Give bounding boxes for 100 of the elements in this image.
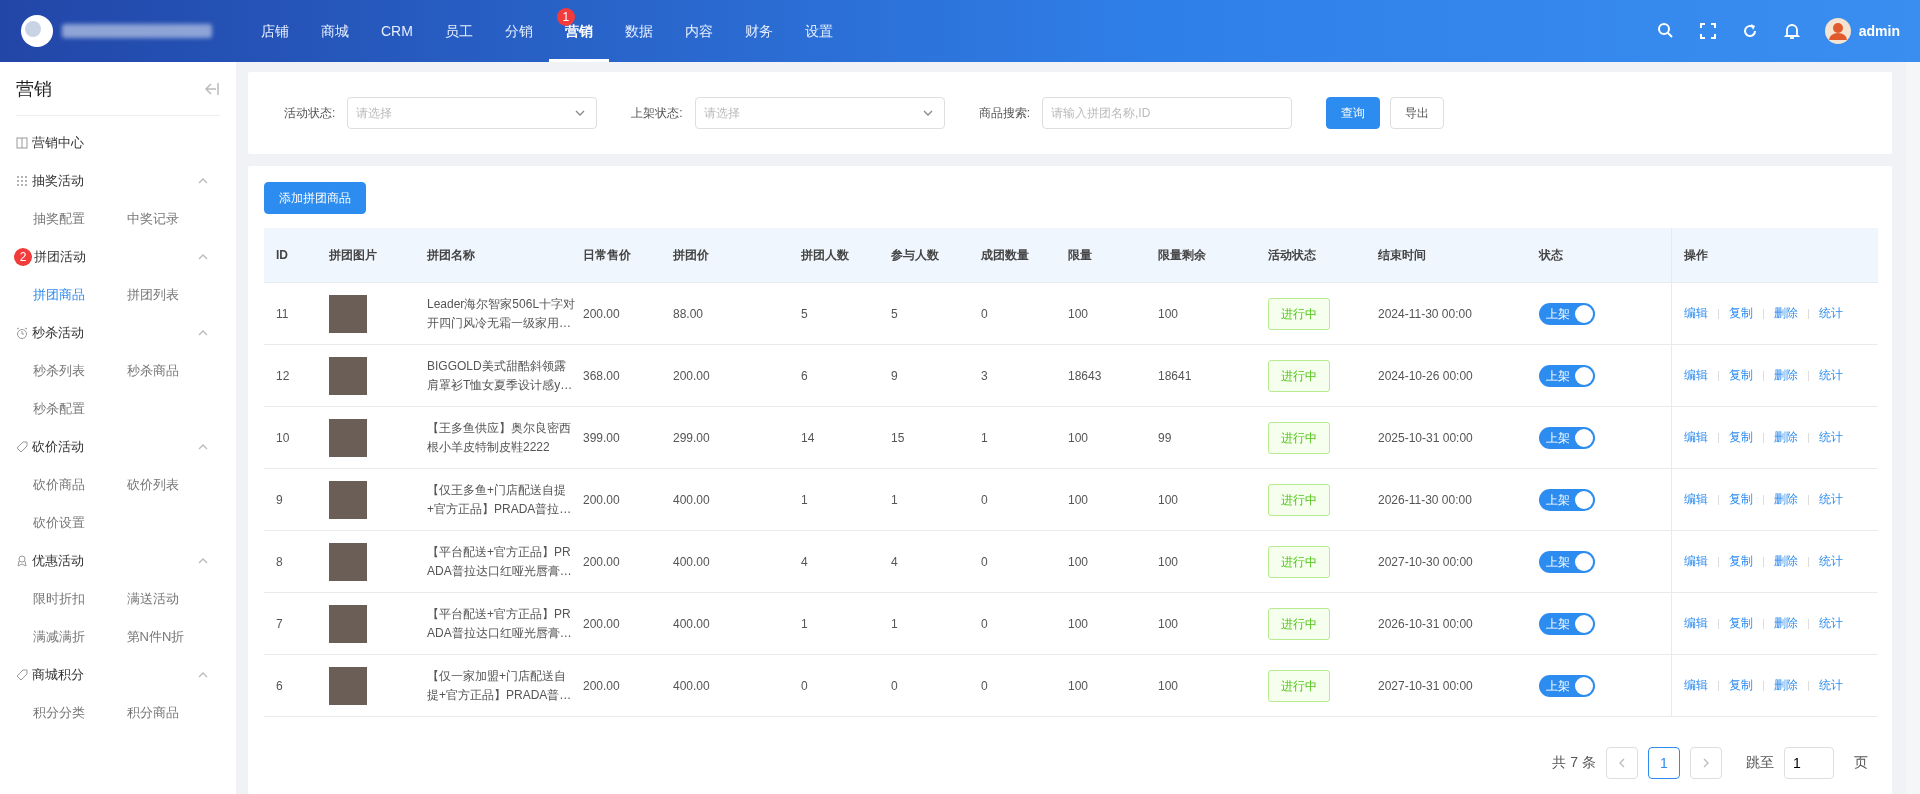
action-link[interactable]: 删除 [1774,553,1798,570]
menu-item[interactable]: 拼团列表 [126,276,220,314]
select-field[interactable]: 请选择 [347,97,598,129]
table-cell-text: 200.00 [582,616,621,631]
action-link[interactable]: 删除 [1774,429,1798,446]
menu-group[interactable]: 砍价活动 [32,438,198,456]
action-link[interactable]: 删除 [1774,367,1798,384]
nav-tab[interactable]: 设置 [788,0,849,62]
nav-tab[interactable]: CRM [365,0,429,62]
search-icon[interactable] [1656,22,1675,40]
menu-item[interactable]: 砍价设置 [33,504,127,542]
action-link[interactable]: 复制 [1729,677,1753,694]
action-link[interactable]: 编辑 [1684,429,1708,446]
action-link[interactable]: 统计 [1819,553,1843,570]
menu-item[interactable]: 抽奖配置 [33,200,127,238]
table-cell-text: 7 [275,616,284,631]
nav-tab[interactable]: 财务 [728,0,789,62]
award-icon [16,555,28,567]
listing-toggle[interactable]: 上架 [1539,426,1595,449]
table-cell-text: 0 [980,616,989,631]
nav-tab[interactable]: 店铺 [245,0,305,62]
action-link[interactable]: 编辑 [1684,491,1708,508]
action-link[interactable]: 统计 [1819,615,1843,632]
listing-toggle[interactable]: 上架 [1539,364,1595,387]
table-cell-text: 299.00 [672,430,711,445]
action-link[interactable]: 复制 [1729,615,1753,632]
action-link[interactable]: 删除 [1774,305,1798,322]
action-link[interactable]: 统计 [1819,677,1843,694]
nav-tab[interactable]: 分销 [488,0,549,62]
page-number-field[interactable]: 1 [1784,747,1834,779]
action-link[interactable]: 复制 [1729,553,1753,570]
status-tag: 进行中 [1268,669,1330,702]
nav-tab[interactable]: 数据 [608,0,669,62]
menu-item[interactable]: 满减满折 [33,618,127,656]
menu-group[interactable]: 优惠活动 [32,552,198,570]
filter-label: 商品搜索: [978,104,1031,122]
menu-item[interactable]: 第N件N折 [126,618,220,656]
table-cell-text: 15 [890,430,906,445]
export-button[interactable]: 导出 [1390,97,1445,129]
listing-toggle[interactable]: 上架 [1539,674,1595,697]
action-link[interactable]: 编辑 [1684,305,1708,322]
table-cell-text: 9 [890,368,899,383]
column-header: 活动状态 [1267,246,1317,264]
page-button[interactable]: 1 [1648,747,1680,779]
action-link[interactable]: 删除 [1774,491,1798,508]
bell-icon[interactable] [1782,22,1801,40]
menu-group[interactable]: 秒杀活动 [32,324,198,342]
tag-icon [16,669,28,681]
action-link[interactable]: 复制 [1729,367,1753,384]
menu-group[interactable]: 营销中心 [32,134,220,152]
menu-item[interactable]: 秒杀配置 [33,390,127,428]
action-link[interactable]: 删除 [1774,677,1798,694]
table-cell-text: 12 [275,368,291,383]
alarm-clock-icon [16,327,28,339]
action-link[interactable]: 删除 [1774,615,1798,632]
select-field[interactable]: 请选择 [694,97,945,129]
menu-item[interactable]: 秒杀列表 [33,352,127,390]
menu-item[interactable]: 砍价列表 [126,466,220,504]
action-link[interactable]: 复制 [1729,429,1753,446]
table-cell-text: 8 [275,554,284,569]
menu-group[interactable]: 拼团活动 [34,248,198,266]
action-link[interactable]: 编辑 [1684,677,1708,694]
menu-item[interactable]: 砍价商品 [33,466,127,504]
table-cell-text: 2027-10-31 00:00 [1377,678,1474,693]
table-cell-text: 3 [980,368,989,383]
menu-group[interactable]: 抽奖活动 [32,172,198,190]
nav-tab[interactable]: 内容 [668,0,729,62]
action-link[interactable]: 复制 [1729,305,1753,322]
table-cell-text: 100 [1157,492,1180,507]
action-link[interactable]: 复制 [1729,491,1753,508]
listing-toggle[interactable]: 上架 [1539,302,1595,325]
action-link[interactable]: 统计 [1819,305,1843,322]
query-button[interactable]: 查询 [1326,97,1381,129]
action-link[interactable]: 统计 [1819,429,1843,446]
menu-item[interactable]: 中奖记录 [126,200,220,238]
add-button[interactable]: 添加拼团商品 [264,182,366,214]
fullscreen-icon[interactable] [1698,22,1717,40]
menu-item[interactable]: 限时折扣 [33,580,127,618]
username[interactable]: admin [1858,23,1900,39]
action-link[interactable]: 编辑 [1684,367,1708,384]
action-link[interactable]: 编辑 [1684,615,1708,632]
menu-item[interactable]: 拼团商品 [33,276,127,314]
menu-item[interactable]: 满送活动 [126,580,220,618]
table-cell-text: 0 [800,678,809,693]
action-link[interactable]: 统计 [1819,367,1843,384]
menu-item[interactable]: 积分分类 [33,694,127,732]
nav-tab[interactable]: 营销 1 [548,0,609,62]
menu-item[interactable]: 秒杀商品 [126,352,220,390]
listing-toggle[interactable]: 上架 [1539,488,1595,511]
listing-toggle[interactable]: 上架 [1539,612,1595,635]
menu-group[interactable]: 商城积分 [32,666,198,684]
search-field[interactable]: 请输入拼团名称,ID [1042,97,1293,129]
nav-tab[interactable]: 商城 [305,0,365,62]
action-link[interactable]: 统计 [1819,491,1843,508]
listing-toggle[interactable]: 上架 [1539,550,1595,573]
notification-badge: 2 [14,248,32,266]
nav-tab[interactable]: 员工 [428,0,489,62]
action-link[interactable]: 编辑 [1684,553,1708,570]
menu-item[interactable]: 积分商品 [126,694,220,732]
table-cell-text: 100 [1157,678,1180,693]
